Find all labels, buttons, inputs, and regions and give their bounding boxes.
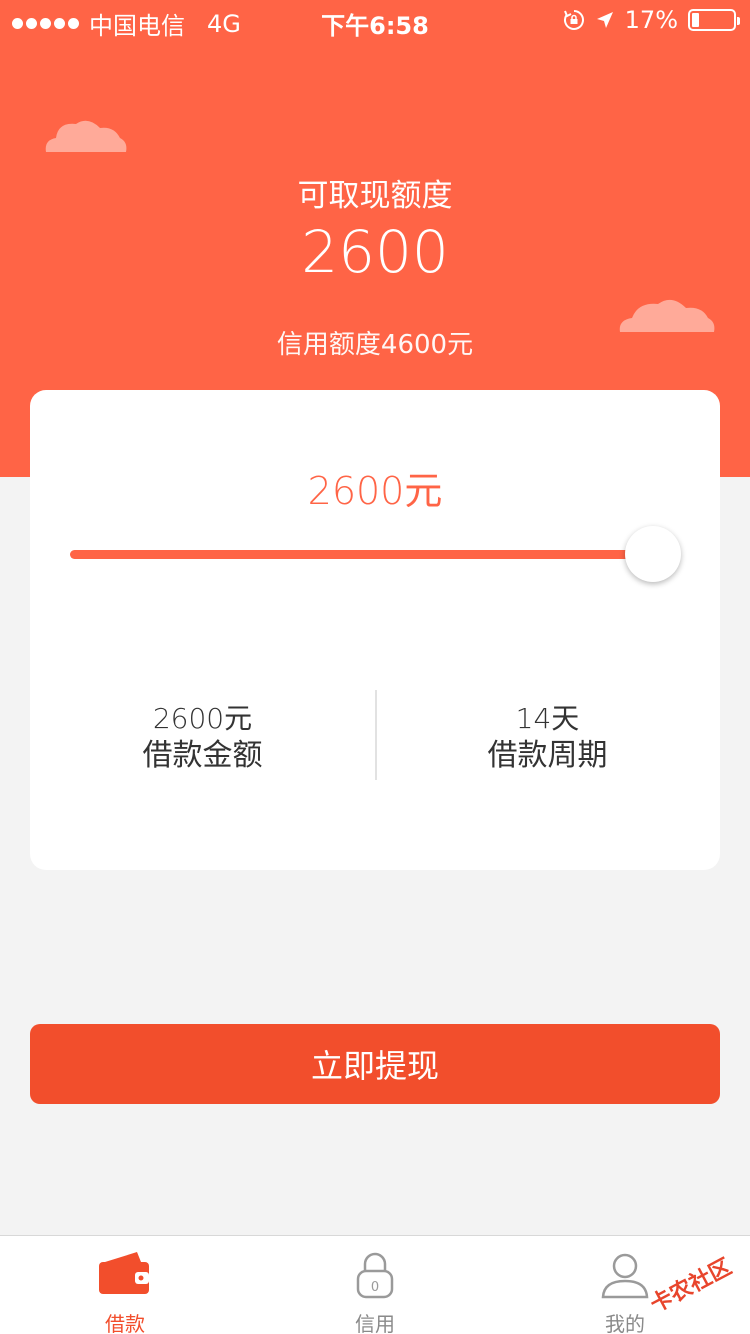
tab-mine-label: 我的 [605, 1312, 645, 1334]
status-right: 17% [563, 6, 740, 34]
available-cash-amount: 2600 [301, 218, 449, 286]
user-icon [601, 1253, 649, 1299]
loan-period-label: 借款周期 [487, 738, 608, 773]
loan-period-stat[interactable]: 14天 借款周期 [375, 702, 720, 776]
loan-amount-value: 2600元 [152, 702, 253, 735]
amount-slider-thumb[interactable] [625, 526, 681, 582]
withdraw-now-button[interactable]: 立即提现 [30, 1024, 720, 1104]
loan-amount-label: 借款金额 [142, 738, 263, 773]
loan-amount-stat: 2600元 借款金额 [30, 702, 375, 776]
tab-credit-label: 信用 [355, 1312, 395, 1334]
selected-amount: 2600元 [307, 469, 443, 513]
credit-limit-text: 信用额度4600元 [276, 330, 474, 360]
location-icon [596, 12, 613, 28]
lock-icon: 0 [356, 1252, 394, 1299]
loan-card: 2600元 2600元 借款金额 14天 借款周期 [30, 390, 720, 870]
tab-bar: 借款 0 信用 我的 [0, 1235, 750, 1334]
tab-loan[interactable]: 借款 [0, 1236, 250, 1334]
available-cash-label: 可取现额度 [297, 178, 453, 214]
svg-text:0: 0 [371, 1280, 379, 1295]
tab-loan-label: 借款 [105, 1312, 145, 1334]
battery-icon [688, 9, 740, 31]
amount-slider-track[interactable] [70, 550, 650, 559]
loan-period-value: 14天 [515, 702, 580, 735]
wallet-icon [99, 1252, 149, 1294]
battery-percent: 17% [624, 6, 678, 34]
cloud-icon [45, 120, 127, 152]
rotation-lock-icon [563, 10, 584, 30]
tab-credit[interactable]: 0 信用 [250, 1236, 500, 1334]
status-bar: 中国电信 4G 下午6:58 17% [0, 0, 750, 40]
